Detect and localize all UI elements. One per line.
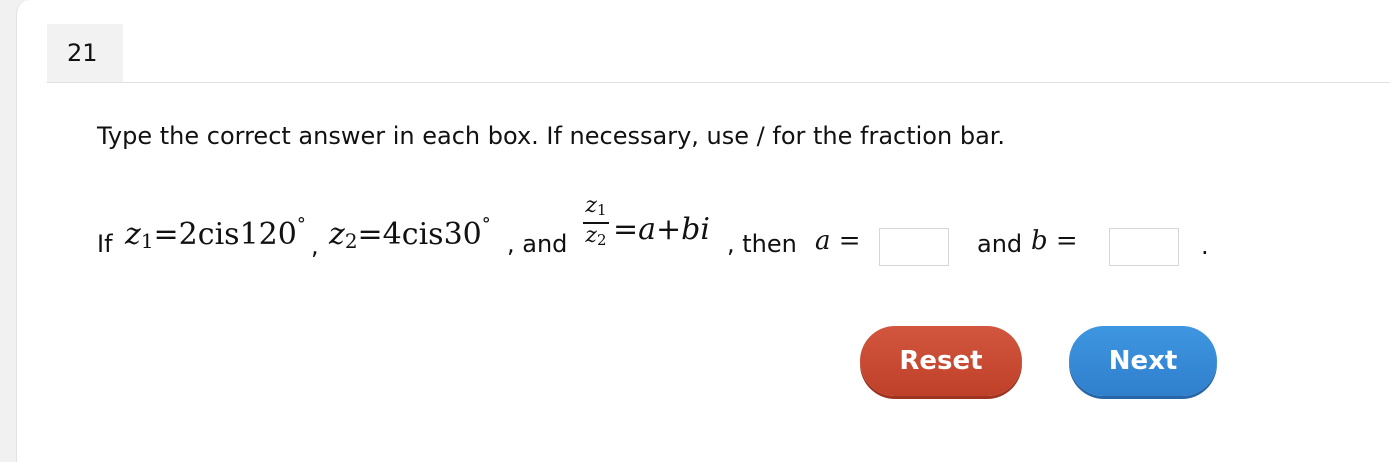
z1-degree: °: [296, 214, 306, 235]
question-number: 21: [47, 24, 123, 82]
question-panel: 21 Type the correct answer in each box. …: [16, 0, 1390, 462]
fraction-numerator: z1: [585, 193, 607, 220]
and-label: and: [977, 230, 1023, 258]
a-plus-bi-expression: =a+bi: [613, 212, 710, 247]
next-button[interactable]: Next: [1069, 326, 1217, 396]
z1-value: =2cis120: [153, 217, 297, 252]
comma-and-label: , and: [507, 230, 568, 258]
z-quotient-fraction: z1 z2: [583, 194, 609, 252]
b-equals: b =: [1031, 226, 1078, 256]
if-label: If: [97, 230, 113, 258]
z2-sub: 2: [344, 229, 358, 253]
z1-sub: 1: [140, 229, 154, 253]
header-divider: [47, 82, 1390, 83]
z2-value: =4cis30: [357, 217, 482, 252]
answer-a-input[interactable]: [879, 228, 949, 266]
equation-line: If z1=2cis120° , z2=4cis30° , and z1 z2 …: [97, 188, 1297, 278]
a-equals: a =: [815, 226, 861, 256]
z2-var: z: [329, 217, 345, 252]
z1-expression: z1=2cis120°: [125, 214, 306, 253]
then-label: , then: [727, 230, 797, 258]
reset-button[interactable]: Reset: [860, 326, 1022, 396]
answer-b-input[interactable]: [1109, 228, 1179, 266]
fraction-denominator: z2: [585, 223, 607, 250]
comma-1: ,: [311, 232, 319, 260]
z2-degree: °: [481, 214, 491, 235]
z1-var: z: [125, 217, 141, 252]
period: .: [1201, 232, 1209, 260]
instruction-text: Type the correct answer in each box. If …: [97, 122, 1006, 150]
z2-expression: z2=4cis30°: [329, 214, 491, 253]
